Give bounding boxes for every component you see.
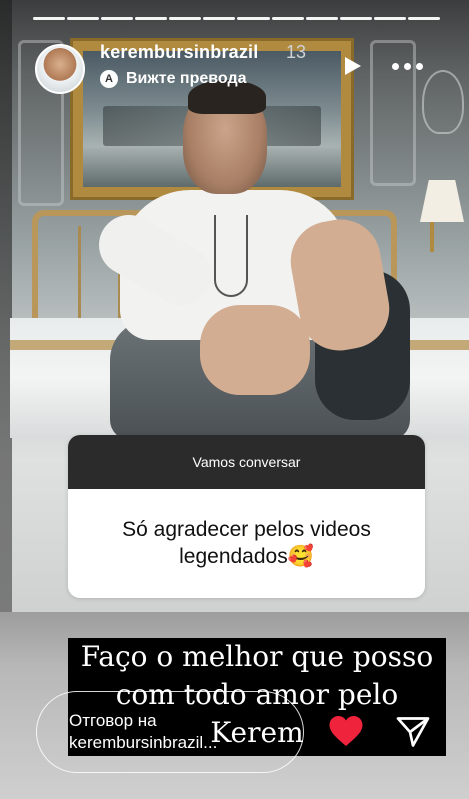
progress-segment [271, 17, 304, 20]
question-sticker[interactable]: Vamos conversar Só agradecer pelos video… [68, 435, 425, 598]
reply-placeholder-line1: Отговор на [69, 711, 157, 730]
story-username[interactable]: kerembursinbrazil [100, 42, 258, 63]
story-viewer[interactable]: kerembursinbrazil 13 A Вижте превода Vam… [0, 0, 469, 799]
progress-segment [67, 17, 100, 20]
photo-shadow [0, 0, 12, 612]
person-hands [200, 305, 310, 395]
avatar[interactable] [35, 44, 85, 94]
more-options-icon[interactable] [392, 60, 430, 72]
reply-input[interactable]: Отговор на kerembursinbrazil... [36, 691, 304, 773]
send-icon[interactable] [394, 714, 432, 750]
progress-segment [169, 17, 202, 20]
heart-icon[interactable] [328, 714, 364, 748]
caption-line: Faço o melhor que posso [80, 640, 434, 673]
progress-segment [237, 17, 270, 20]
progress-segment [373, 17, 406, 20]
story-progress-bar [33, 17, 440, 21]
story-time: 13 [286, 42, 307, 62]
progress-segment [33, 17, 66, 20]
question-header: Vamos conversar [68, 435, 425, 489]
progress-segment [305, 17, 338, 20]
translate-label: Вижте превода [126, 70, 247, 87]
play-icon[interactable] [340, 54, 364, 78]
reply-placeholder-line2: kerembursinbrazil... [69, 733, 218, 753]
lamp-arm [430, 222, 434, 252]
progress-segment [135, 17, 168, 20]
necklace [214, 215, 248, 297]
translate-icon: A [100, 70, 118, 88]
wall-ornament [422, 70, 464, 134]
progress-segment [339, 17, 372, 20]
question-answer: Só agradecer pelos videos legendados🥰 [122, 518, 371, 568]
progress-segment [407, 17, 440, 20]
progress-segment [203, 17, 236, 20]
translate-button[interactable]: A Вижте превода [100, 70, 247, 88]
progress-segment [101, 17, 134, 20]
